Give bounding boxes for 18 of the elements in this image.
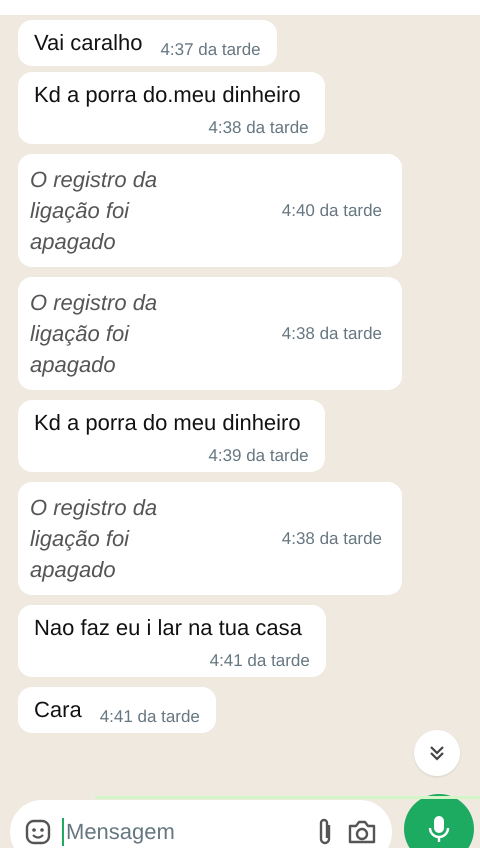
message-time: 4:41 da tarde (100, 707, 200, 727)
message-text: Kd a porra do.meu dinheiro (34, 82, 302, 108)
message-time: 4:38 da tarde (282, 324, 382, 344)
message-text: Nao faz eu i lar na tua casa (34, 615, 303, 641)
message-text: Vai caralho (34, 30, 142, 57)
message-time: 4:40 da tarde (282, 200, 382, 220)
message-text: Cara (34, 697, 82, 724)
message-time: 4:38 da tarde (282, 528, 382, 548)
message-time: 4:39 da tarde (208, 446, 309, 466)
message-text: Kd a porra do meu dinheiro (34, 410, 302, 436)
message-time: 4:38 da tarde (208, 118, 309, 138)
message-time: 4:37 da tarde (160, 40, 261, 60)
message-input[interactable]: Mensagem (62, 818, 304, 846)
message-text: O registro da ligação foi apagado (30, 494, 158, 584)
message-text: O registro da ligação foi apagado (30, 289, 158, 379)
message-time: 4:41 da tarde (210, 651, 310, 671)
message-text: O registro da ligação foi apagado (30, 166, 158, 256)
message-field[interactable]: Mensagem (10, 800, 392, 848)
